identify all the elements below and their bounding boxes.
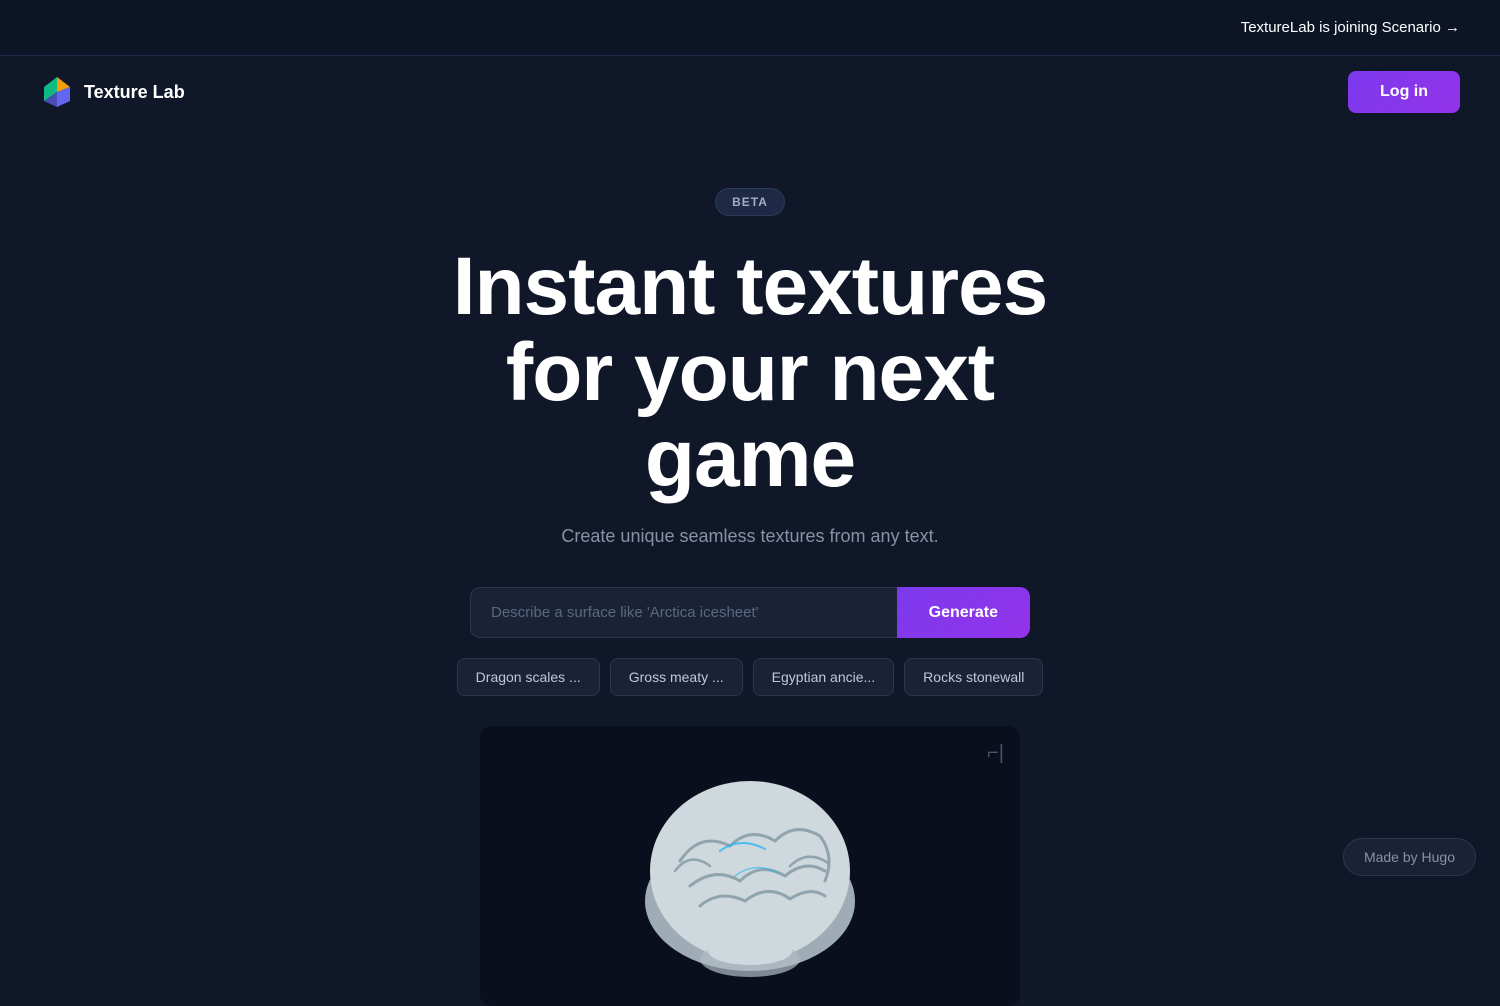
logo-icon	[40, 75, 74, 109]
hero-title: Instant textures for your next game	[390, 244, 1110, 502]
search-input[interactable]	[470, 587, 897, 638]
announcement-link[interactable]: TextureLab is joining Scenario →	[1241, 19, 1460, 36]
chip-egyptian[interactable]: Egyptian ancie...	[753, 658, 895, 696]
announcement-bar: TextureLab is joining Scenario →	[0, 0, 1500, 56]
hero-section: BETA Instant textures for your next game…	[0, 128, 1500, 1006]
beta-badge: BETA	[715, 188, 785, 216]
generate-button[interactable]: Generate	[897, 587, 1030, 638]
nav-title: Texture Lab	[84, 82, 185, 103]
brain-visual	[620, 741, 880, 991]
chip-gross-meaty[interactable]: Gross meaty ...	[610, 658, 743, 696]
preview-container: ⌐|	[480, 726, 1020, 1006]
announcement-text: TextureLab is joining Scenario →	[1241, 19, 1460, 36]
made-by-badge: Made by Hugo	[1343, 838, 1476, 876]
search-area: Generate	[470, 587, 1030, 638]
chip-dragon-scales[interactable]: Dragon scales ...	[457, 658, 600, 696]
chips-container: Dragon scales ... Gross meaty ... Egypti…	[457, 658, 1044, 696]
login-button[interactable]: Log in	[1348, 71, 1460, 113]
corner-icon: ⌐|	[987, 742, 1004, 765]
main-nav: Texture Lab Log in	[0, 56, 1500, 128]
chip-rocks-stonewall[interactable]: Rocks stonewall	[904, 658, 1043, 696]
logo[interactable]: Texture Lab	[40, 75, 185, 109]
hero-subtitle: Create unique seamless textures from any…	[561, 526, 938, 547]
